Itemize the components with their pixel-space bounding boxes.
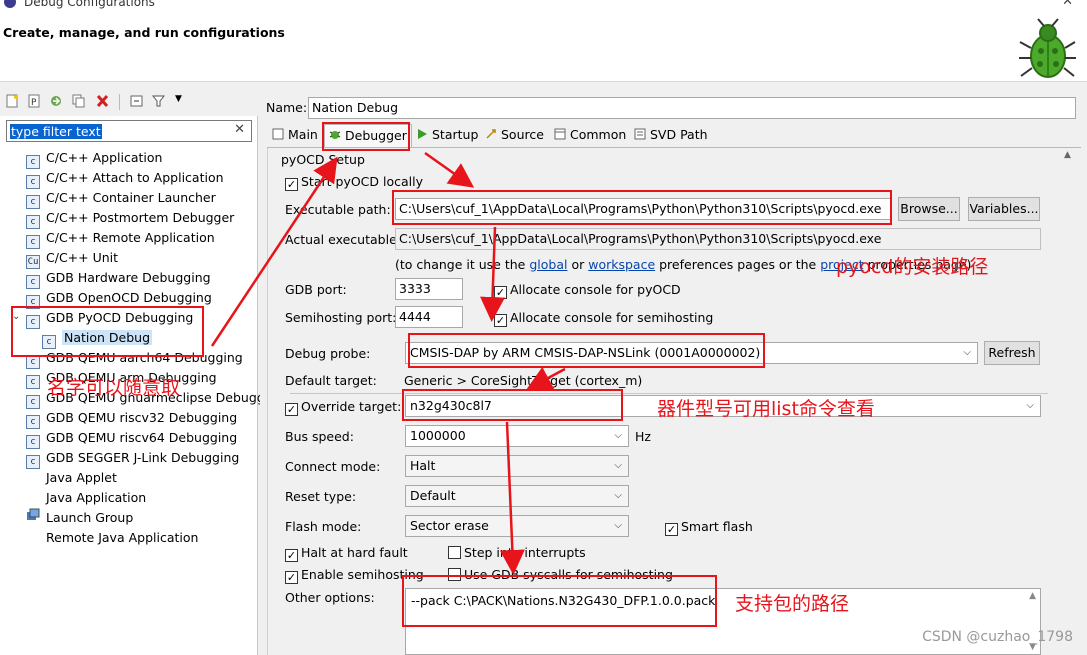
path-down-arrow: [480, 226, 506, 322]
annotation-device-model: 器件型号可用list命令查看: [657, 398, 875, 420]
annotation-name-any: 名字可以随意取: [47, 377, 181, 399]
annotation-install-path: pyocd的安装路径: [836, 256, 989, 278]
annotation-pack-path: 支持包的路径: [735, 593, 850, 615]
probe-to-target-arrow: [526, 366, 566, 390]
tab-to-path-arrow: [424, 151, 475, 188]
csdn-watermark: CSDN @cuzhao_1798: [922, 629, 1073, 645]
name-arrow: [210, 156, 338, 347]
target-to-pack-arrow: [499, 421, 525, 575]
annotation-arrows: [210, 151, 566, 575]
